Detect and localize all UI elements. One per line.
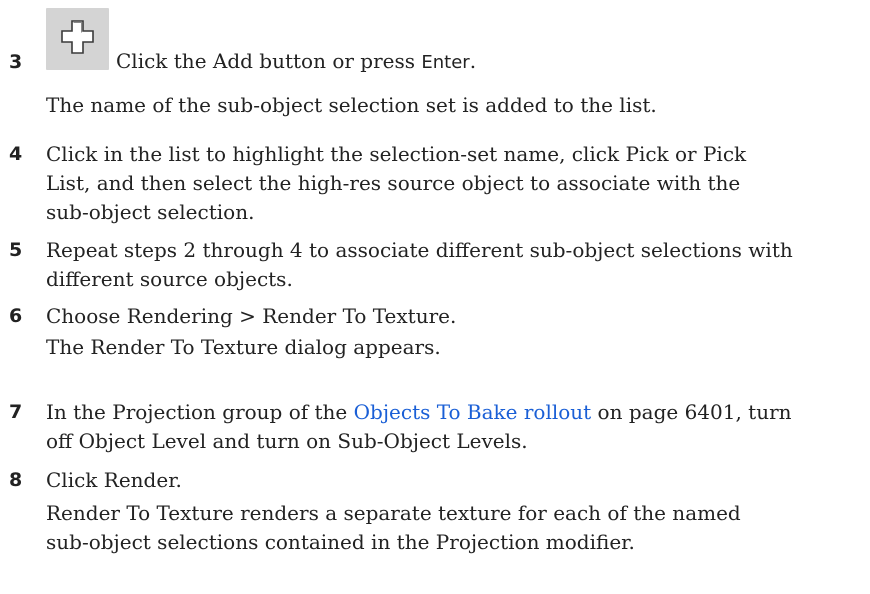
add-plus-icon [61,20,94,54]
objects-to-bake-link[interactable]: Objects To Bake rollout [354,400,592,424]
step-instruction-line: In the Projection group of the Objects T… [46,400,792,424]
step-result-line: Render To Texture renders a separate tex… [46,501,741,525]
step-instruction-line: Click in the list to highlight the selec… [46,142,747,166]
step-instruction: Click Render. [46,468,182,492]
step-instruction: Click the Add button or press Enter. [116,49,477,73]
step-instruction-line: off Object Level and turn on Sub-Object … [46,429,528,453]
document-page: 3 Click the Add button or press Enter. T… [0,0,870,594]
step-result-line: sub-object selections contained in the P… [46,530,635,554]
step-result: The Render To Texture dialog appears. [46,335,441,359]
add-button[interactable] [46,8,109,70]
step-instruction-line: Repeat steps 2 through 4 to associate di… [46,238,793,262]
step-number: 8 [9,469,23,491]
enter-key: Enter [421,52,470,73]
step-number: 7 [9,401,23,423]
step-result: The name of the sub-object selection set… [46,93,657,117]
step-number: 6 [9,305,23,327]
step-number: 4 [9,143,23,165]
step-instruction: Choose Rendering > Render To Texture. [46,304,457,328]
step-number: 5 [9,239,23,261]
step-instruction-line: sub-object selection. [46,200,255,224]
step-instruction-line: List, and then select the high-res sourc… [46,171,741,195]
step-number: 3 [9,51,23,73]
step-instruction-line: different source objects. [46,267,293,291]
